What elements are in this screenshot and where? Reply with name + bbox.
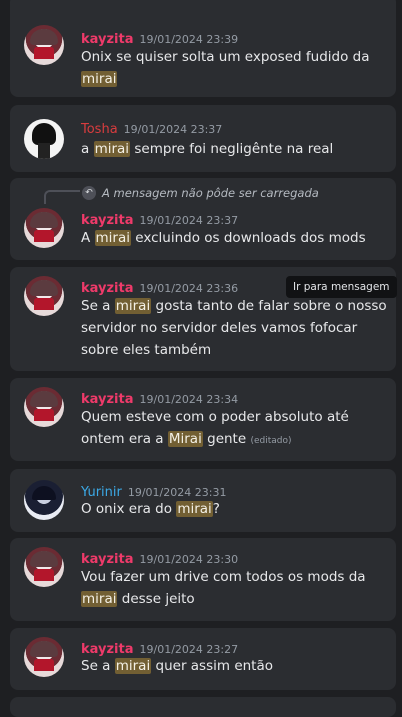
timestamp: 19/01/2024 23:36: [139, 282, 239, 295]
author-name[interactable]: kayzita: [81, 32, 134, 47]
author-name[interactable]: kayzita: [81, 552, 134, 567]
author-name[interactable]: Tosha: [81, 122, 118, 137]
avatar[interactable]: [24, 387, 64, 427]
message-card[interactable]: kayzita 19/01/2024 23:39 Onix se quiser s…: [10, 0, 396, 97]
message-card[interactable]: Tosha 19/01/2024 23:37 a mirai sempre foi…: [10, 105, 396, 172]
message-text: A mirai excluindo os downloads dos mods: [81, 230, 366, 246]
timestamp: 19/01/2024 23:37: [139, 214, 239, 227]
search-highlight: mirai: [114, 298, 152, 314]
message-card[interactable]: Yurinir 19/01/2024 23:31 O onix era do mi…: [10, 469, 396, 532]
avatar[interactable]: [24, 276, 64, 316]
avatar[interactable]: [24, 480, 64, 520]
avatar[interactable]: [24, 208, 64, 248]
search-highlight: Mirai: [167, 431, 203, 447]
timestamp: 19/01/2024 23:30: [139, 553, 239, 566]
search-highlight: mirai: [94, 230, 132, 246]
message-card[interactable]: kayzita 19/01/2024 23:27 Se a mirai quer …: [10, 628, 396, 690]
search-highlight: mirai: [93, 141, 131, 157]
message-text: Quem esteve com o poder absoluto até ont…: [81, 409, 349, 447]
search-highlight: mirai: [81, 591, 118, 607]
timestamp: 19/01/2024 23:34: [139, 393, 239, 406]
message-card[interactable]: [10, 697, 396, 717]
edited-label: (editado): [250, 436, 292, 446]
message-card[interactable]: ↶ A mensagem não pôde ser carregada kayz…: [10, 178, 396, 260]
message-text: Se a mirai quer assim então: [81, 658, 274, 674]
avatar[interactable]: [24, 547, 64, 587]
search-highlight: mirai: [114, 658, 152, 674]
timestamp: 19/01/2024 23:39: [139, 33, 239, 46]
message-text: a mirai sempre foi negligênte na real: [81, 141, 334, 157]
author-name[interactable]: kayzita: [81, 213, 134, 228]
message-text: Vou fazer um drive com todos os mods da …: [81, 569, 366, 607]
search-highlight: mirai: [81, 71, 118, 87]
avatar[interactable]: [24, 25, 64, 65]
message-text: Onix se quiser solta um exposed fudido d…: [81, 49, 370, 87]
message-card[interactable]: kayzita 19/01/2024 23:34 Quem esteve com …: [10, 378, 396, 461]
reply-connector: [44, 190, 80, 204]
timestamp: 19/01/2024 23:37: [123, 123, 223, 136]
search-highlight: mirai: [176, 501, 213, 517]
message-text: O onix era do mirai?: [81, 501, 220, 517]
avatar[interactable]: [24, 119, 64, 159]
message-text: Se a mirai gosta tanto de falar sobre o …: [81, 298, 387, 358]
author-name[interactable]: kayzita: [81, 392, 134, 407]
author-name[interactable]: kayzita: [81, 281, 134, 296]
jump-to-message-tooltip: Ir para mensagem: [286, 276, 397, 298]
reply-icon: ↶: [82, 186, 96, 200]
reply-preview[interactable]: A mensagem não pôde ser carregada: [102, 186, 319, 200]
avatar[interactable]: [24, 637, 64, 677]
message-card[interactable]: kayzita 19/01/2024 23:30 Vou fazer um dri…: [10, 538, 396, 621]
